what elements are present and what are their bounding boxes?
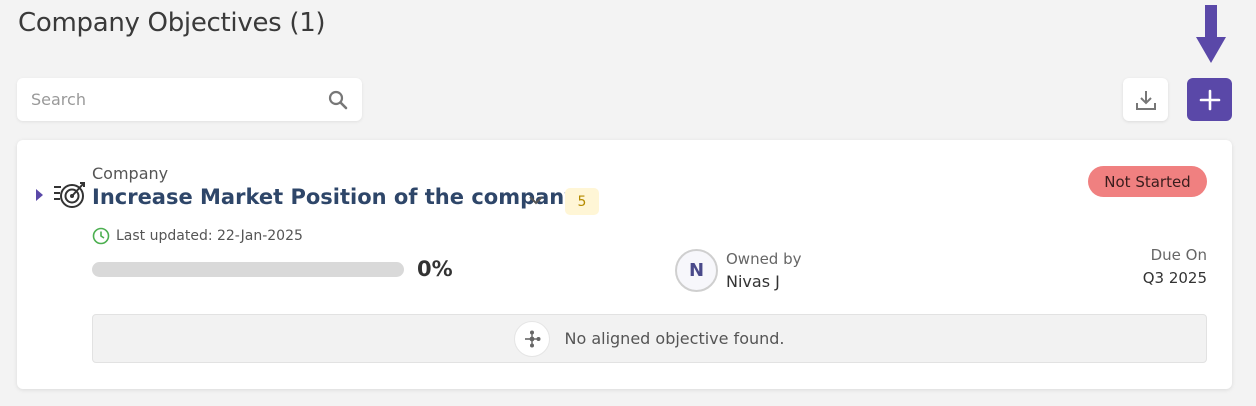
search-box[interactable]: [17, 78, 362, 121]
clock-icon: [92, 227, 110, 245]
search-input[interactable]: [31, 90, 328, 109]
owned-by-label: Owned by: [726, 250, 802, 268]
plus-icon: [1199, 89, 1220, 110]
due-on-value: Q3 2025: [1142, 269, 1207, 287]
owner-avatar: N: [675, 249, 718, 292]
key-results-count-badge[interactable]: 5: [565, 188, 599, 215]
page-title: Company Objectives (1): [18, 8, 326, 38]
target-icon: [54, 182, 85, 208]
add-objective-button[interactable]: [1187, 78, 1232, 121]
owner-name: Nivas J: [726, 272, 780, 291]
expand-toggle-icon[interactable]: [36, 189, 43, 201]
due-on-label: Due On: [1150, 246, 1207, 264]
status-badge: Not Started: [1088, 166, 1207, 197]
alignment-icon: [514, 320, 551, 357]
progress-value: 0%: [417, 257, 453, 281]
no-aligned-objective-text: No aligned objective found.: [564, 329, 785, 348]
chevron-down-icon[interactable]: [527, 193, 545, 207]
progress-bar: [92, 262, 404, 277]
download-button[interactable]: [1123, 78, 1168, 121]
objective-type-label: Company: [92, 164, 169, 183]
last-updated-text: Last updated: 22-Jan-2025: [116, 228, 303, 244]
objective-card: Company Increase Market Position of the …: [17, 140, 1232, 389]
last-updated: Last updated: 22-Jan-2025: [92, 227, 303, 245]
search-icon[interactable]: [328, 90, 348, 110]
aligned-objectives-panel: No aligned objective found.: [92, 314, 1207, 363]
down-arrow-annotation-icon: [1196, 5, 1226, 63]
download-icon: [1135, 90, 1156, 110]
objective-title[interactable]: Increase Market Position of the company: [92, 185, 578, 209]
